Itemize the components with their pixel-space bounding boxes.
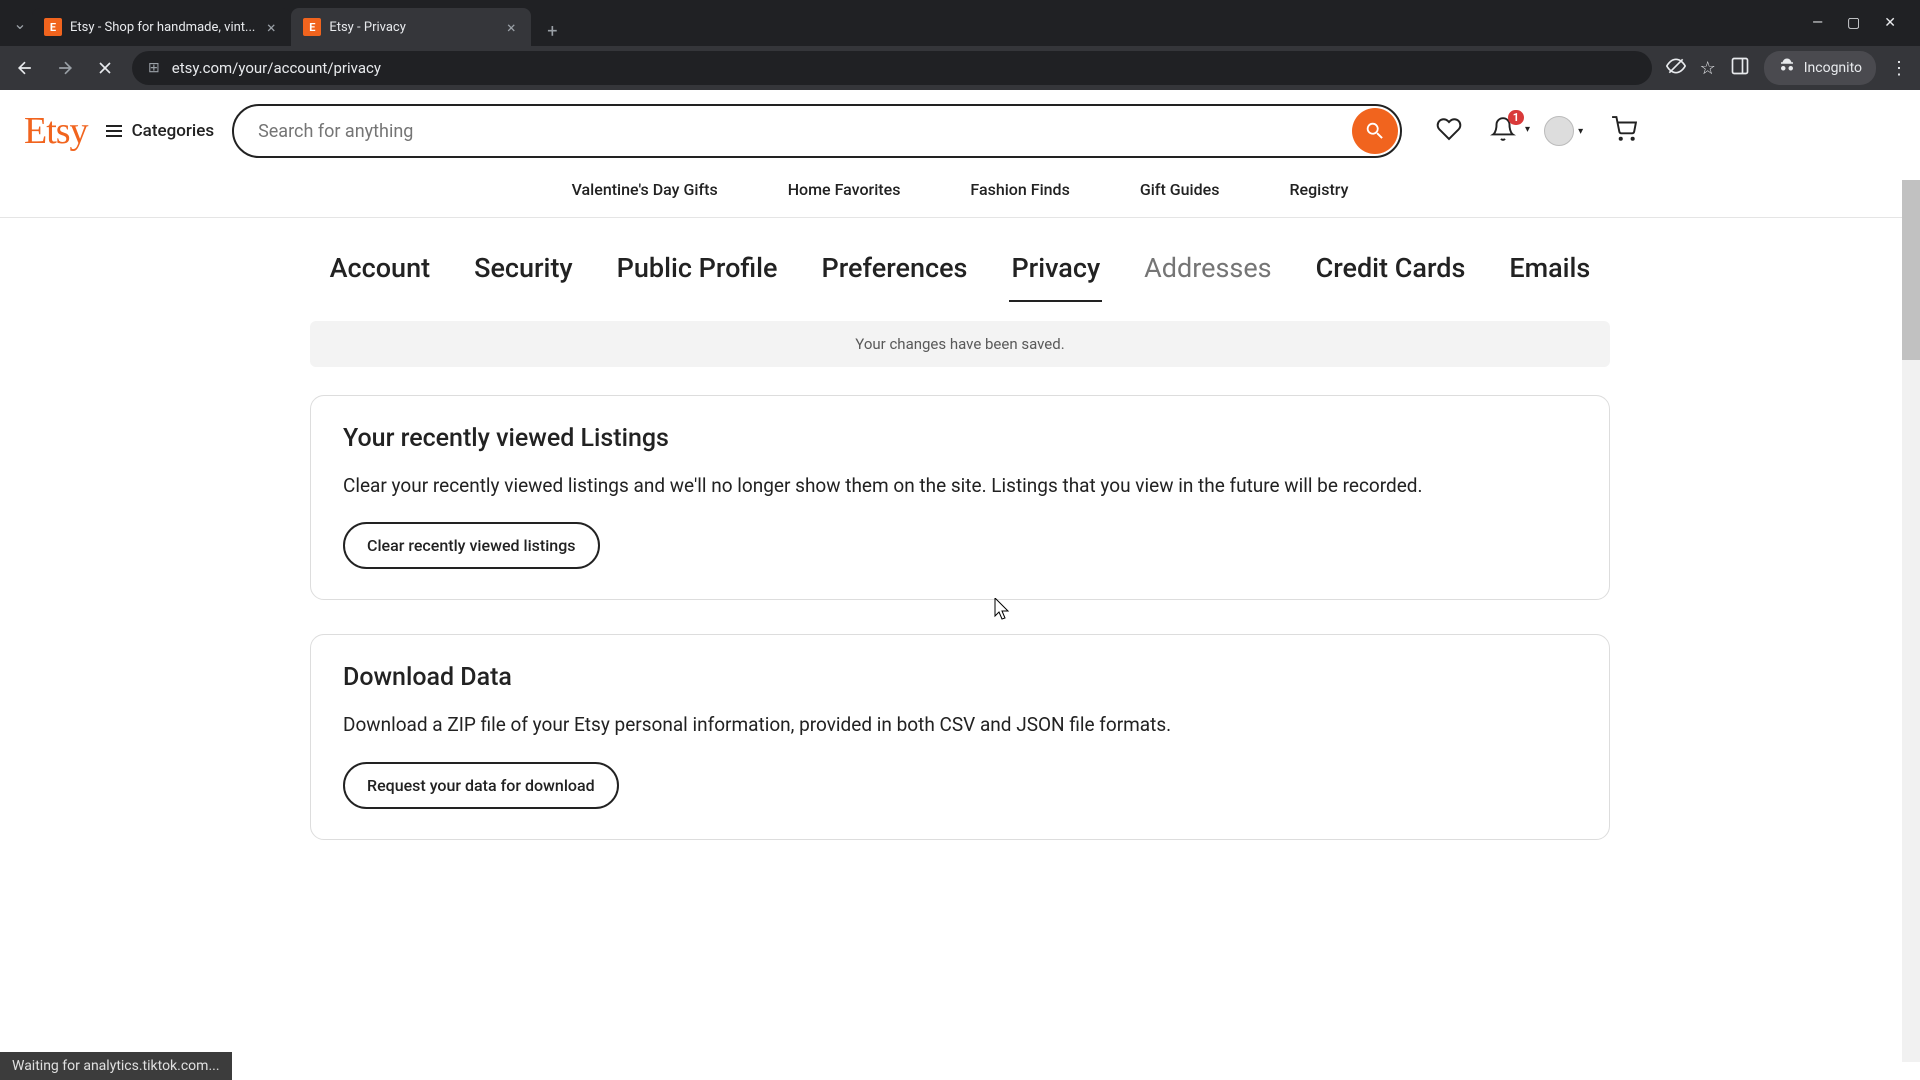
cart-button[interactable] (1611, 116, 1637, 146)
site-header: Etsy Categories 1 ▾ ▾ (0, 90, 1920, 170)
tab-public-profile[interactable]: Public Profile (615, 246, 780, 302)
tab-title: Etsy - Privacy (329, 20, 495, 35)
incognito-icon (1778, 57, 1796, 79)
category-nav: Valentine's Day Gifts Home Favorites Fas… (0, 170, 1920, 218)
card-description: Clear your recently viewed listings and … (343, 471, 1577, 500)
scrollbar-thumb[interactable] (1902, 180, 1920, 360)
account-menu-button[interactable]: ▾ (1544, 116, 1583, 146)
save-notice: Your changes have been saved. (310, 321, 1610, 367)
tab-preferences[interactable]: Preferences (820, 246, 970, 302)
notification-count-badge: 1 (1508, 110, 1524, 125)
tab-privacy[interactable]: Privacy (1009, 246, 1102, 302)
search-icon (1364, 120, 1386, 142)
clear-recently-viewed-button[interactable]: Clear recently viewed listings (343, 522, 600, 569)
account-settings-tabs: Account Security Public Profile Preferen… (310, 246, 1610, 303)
reload-button[interactable] (92, 55, 118, 81)
nav-link-valentines[interactable]: Valentine's Day Gifts (572, 180, 718, 199)
tab-security[interactable]: Security (472, 246, 575, 302)
bookmark-icon[interactable]: ☆ (1700, 58, 1716, 79)
minimize-button[interactable]: — (1812, 15, 1823, 31)
categories-label: Categories (132, 121, 215, 141)
browser-status-bar: Waiting for analytics.tiktok.com... (0, 1052, 232, 1080)
request-data-download-button[interactable]: Request your data for download (343, 762, 619, 809)
browser-tab-1[interactable]: E Etsy - Shop for handmade, vint... × (32, 8, 291, 46)
heart-icon (1436, 116, 1462, 142)
search-input[interactable] (232, 104, 1402, 158)
url-text: etsy.com/your/account/privacy (172, 59, 1636, 77)
notifications-button[interactable]: 1 ▾ (1490, 116, 1516, 146)
incognito-badge[interactable]: Incognito (1764, 51, 1876, 85)
nav-link-gift-guides[interactable]: Gift Guides (1140, 180, 1220, 199)
chevron-down-icon: ▾ (1578, 126, 1583, 137)
card-title: Download Data (343, 663, 1577, 692)
tab-emails[interactable]: Emails (1507, 246, 1592, 302)
card-title: Your recently viewed Listings (343, 424, 1577, 453)
tab-account[interactable]: Account (328, 246, 432, 302)
browser-menu-button[interactable]: ⋮ (1890, 58, 1908, 79)
side-panel-icon[interactable] (1730, 56, 1750, 81)
card-description: Download a ZIP file of your Etsy persona… (343, 710, 1577, 739)
recently-viewed-card: Your recently viewed Listings Clear your… (310, 395, 1610, 600)
maximize-button[interactable]: ▢ (1847, 15, 1860, 31)
tab-title: Etsy - Shop for handmade, vint... (70, 20, 255, 35)
close-icon[interactable]: × (503, 19, 519, 35)
tab-credit-cards[interactable]: Credit Cards (1314, 246, 1468, 302)
forward-button[interactable] (52, 55, 78, 81)
close-icon[interactable]: × (263, 19, 279, 35)
browser-tab-2[interactable]: E Etsy - Privacy × (291, 8, 531, 46)
address-bar[interactable]: ⊞ etsy.com/your/account/privacy (132, 51, 1652, 85)
etsy-logo[interactable]: Etsy (24, 109, 88, 153)
search-container (232, 104, 1402, 158)
chevron-down-icon: ▾ (1525, 124, 1530, 135)
site-settings-icon[interactable]: ⊞ (148, 60, 160, 76)
favorites-button[interactable] (1436, 116, 1462, 146)
nav-link-registry[interactable]: Registry (1289, 180, 1348, 199)
tracking-protection-icon[interactable] (1666, 56, 1686, 81)
new-tab-button[interactable]: + (537, 16, 567, 46)
back-button[interactable] (12, 55, 38, 81)
browser-tab-strip: ⌄ E Etsy - Shop for handmade, vint... × … (0, 0, 1920, 46)
close-window-button[interactable]: ✕ (1884, 15, 1896, 31)
incognito-label: Incognito (1804, 60, 1862, 76)
favicon-etsy: E (44, 18, 62, 36)
tab-addresses[interactable]: Addresses (1142, 246, 1273, 302)
tab-search-dropdown[interactable]: ⌄ (8, 11, 32, 35)
page-content: Etsy Categories 1 ▾ ▾ (0, 90, 1920, 1080)
download-data-card: Download Data Download a ZIP file of you… (310, 634, 1610, 839)
cart-icon (1611, 116, 1637, 142)
categories-button[interactable]: Categories (106, 121, 215, 141)
hamburger-icon (106, 125, 122, 137)
vertical-scrollbar[interactable] (1902, 180, 1920, 1062)
browser-toolbar: ⊞ etsy.com/your/account/privacy ☆ Incogn… (0, 46, 1920, 90)
avatar (1544, 116, 1574, 146)
search-button[interactable] (1352, 108, 1398, 154)
nav-link-home-favorites[interactable]: Home Favorites (788, 180, 901, 199)
nav-link-fashion-finds[interactable]: Fashion Finds (970, 180, 1069, 199)
favicon-etsy: E (303, 18, 321, 36)
